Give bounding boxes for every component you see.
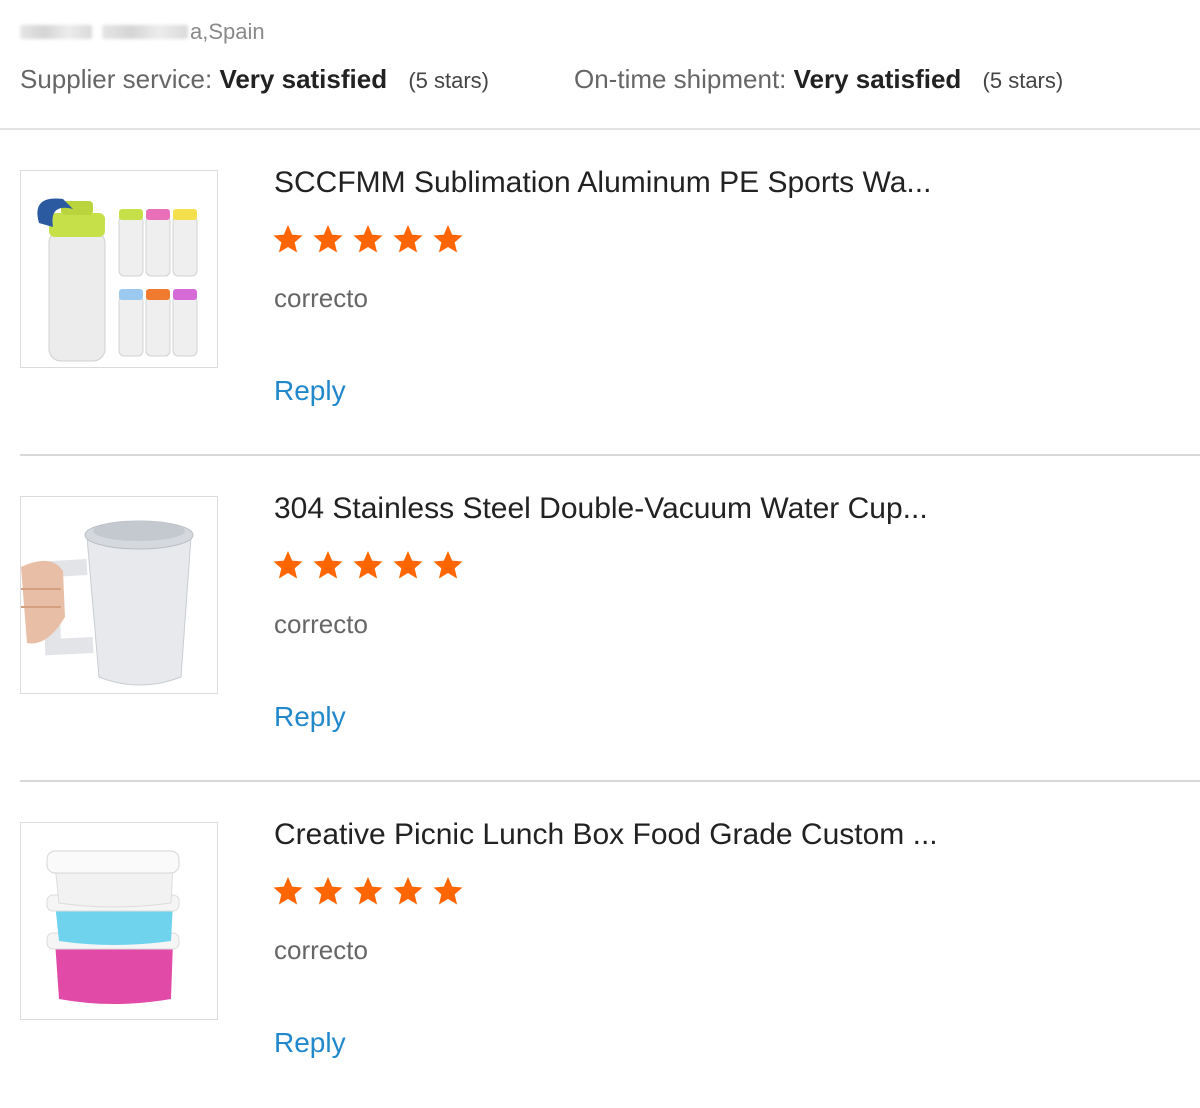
star-icon (433, 877, 463, 905)
review-item: 304 Stainless Steel Double-Vacuum Water … (20, 456, 1200, 782)
review-star-rating (272, 549, 464, 581)
review-comment: correcto (274, 283, 368, 313)
water-bottles-image[interactable] (20, 170, 218, 368)
redacted-text (102, 25, 188, 39)
star-icon (273, 225, 303, 253)
rating-value: Very satisfied (793, 64, 962, 94)
star-icon (353, 225, 383, 253)
location-country: a,Spain (190, 19, 265, 44)
product-title[interactable]: SCCFMM Sublimation Aluminum PE Sports Wa… (274, 166, 931, 200)
star-icon (393, 551, 423, 579)
star-icon (353, 877, 383, 905)
star-icon (393, 877, 423, 905)
redacted-text (20, 25, 92, 39)
review-comment: correcto (274, 935, 368, 965)
rating-value: Very satisfied (219, 64, 388, 94)
review-item: Creative Picnic Lunch Box Food Grade Cus… (20, 782, 1200, 1108)
lunch-box-image[interactable] (20, 822, 218, 1020)
steel-mug-image[interactable] (20, 496, 218, 694)
review-item: SCCFMM Sublimation Aluminum PE Sports Wa… (20, 130, 1200, 456)
rating-label: Supplier service: (20, 64, 213, 94)
review-star-rating (272, 223, 464, 255)
reply-link[interactable]: Reply (274, 1027, 346, 1059)
star-icon (353, 551, 383, 579)
reply-link[interactable]: Reply (274, 375, 346, 407)
rating-label: On-time shipment: (574, 64, 787, 94)
star-icon (313, 551, 343, 579)
rating-stars-text: (5 stars) (982, 68, 1064, 93)
reviewer-location: a,Spain (20, 19, 265, 45)
rating-stars-text: (5 stars) (408, 68, 490, 93)
product-title[interactable]: Creative Picnic Lunch Box Food Grade Cus… (274, 818, 938, 852)
star-icon (273, 877, 303, 905)
star-icon (393, 225, 423, 253)
star-icon (433, 225, 463, 253)
star-icon (273, 551, 303, 579)
on-time-shipment-rating: On-time shipment: Very satisfied (5 star… (574, 64, 1063, 95)
star-icon (313, 225, 343, 253)
supplier-service-rating: Supplier service: Very satisfied (5 star… (20, 64, 489, 95)
review-comment: correcto (274, 609, 368, 639)
star-icon (313, 877, 343, 905)
review-star-rating (272, 875, 464, 907)
product-title[interactable]: 304 Stainless Steel Double-Vacuum Water … (274, 492, 928, 526)
star-icon (433, 551, 463, 579)
reply-link[interactable]: Reply (274, 701, 346, 733)
